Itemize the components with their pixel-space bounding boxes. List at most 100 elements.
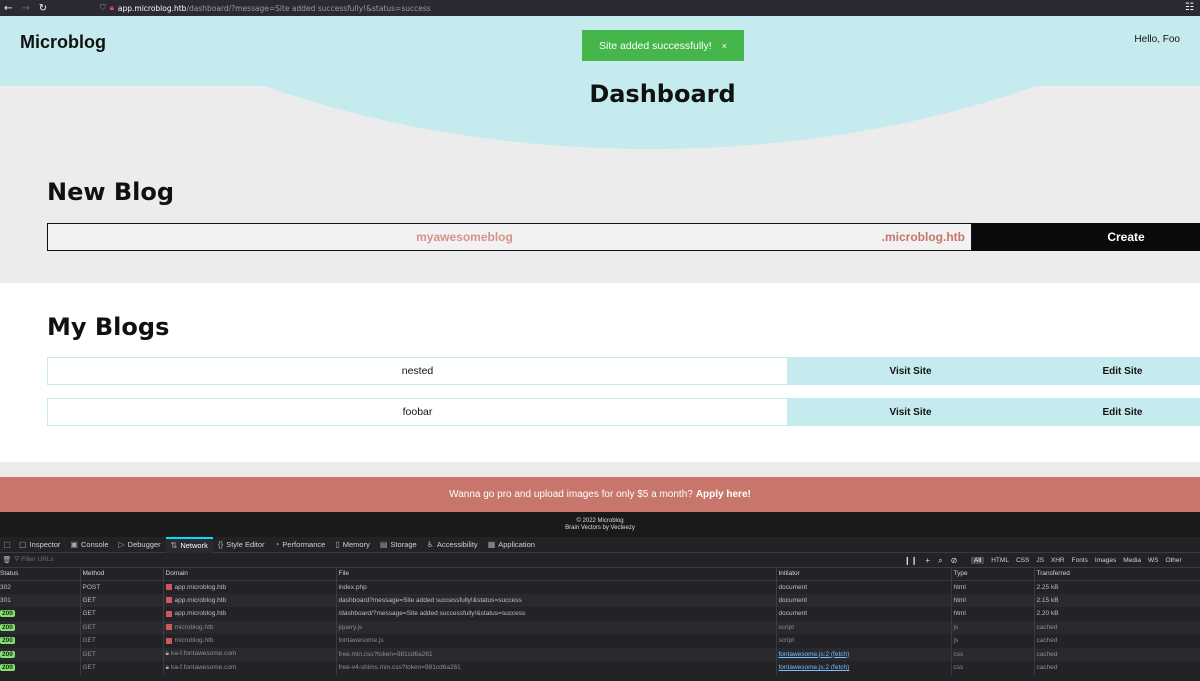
table-row[interactable]: 301 GET app.microblog.htb dashboard?mess… xyxy=(0,593,1200,607)
status-code: 200 xyxy=(0,623,15,631)
table-row[interactable]: 200 GET microblog.htb jquery.js script j… xyxy=(0,620,1200,634)
method: GET xyxy=(79,593,163,607)
tab-label: Storage xyxy=(390,540,417,549)
extensions-icon[interactable]: ☷ xyxy=(1185,2,1194,13)
filter-media[interactable]: Media xyxy=(1123,557,1141,564)
tab-application[interactable]: ▦ Application xyxy=(483,537,540,553)
method: GET xyxy=(79,620,163,634)
table-row[interactable]: 200 GET app.microblog.htb /dashboard/?me… xyxy=(0,607,1200,621)
filter-ws[interactable]: WS xyxy=(1148,557,1158,564)
col-status[interactable]: Status xyxy=(0,568,80,581)
insecure-lock-icon: 🔒︎ xyxy=(109,3,114,12)
method: GET xyxy=(79,661,163,675)
filter-html[interactable]: HTML xyxy=(991,557,1009,564)
status-code: 301 xyxy=(0,596,11,604)
domain: ka-f.fontawesome.com xyxy=(170,663,237,671)
tab-console[interactable]: ▣ Console xyxy=(65,537,113,553)
tab-network[interactable]: ⇅ Network xyxy=(165,536,213,553)
initiator: document xyxy=(775,593,951,607)
initiator: script xyxy=(775,634,951,648)
tab-label: Performance xyxy=(282,540,326,549)
col-method[interactable]: Method xyxy=(79,568,163,581)
filter-other[interactable]: Other xyxy=(1165,557,1181,564)
forward-icon[interactable]: → xyxy=(21,3,29,14)
blog-name: nested xyxy=(47,357,788,385)
tab-label: Console xyxy=(80,540,109,549)
edit-site-button[interactable]: Edit Site xyxy=(1033,398,1200,426)
my-blogs-heading: My Blogs xyxy=(47,313,170,341)
tab-label: Network xyxy=(180,541,208,550)
subdomain-input[interactable]: myawesomeblog .microblog.htb xyxy=(47,223,972,251)
col-initiator[interactable]: Initiator xyxy=(775,568,951,581)
col-transferred[interactable]: Transferred xyxy=(1033,568,1200,581)
filter-images[interactable]: Images xyxy=(1095,557,1116,564)
type: css xyxy=(950,661,1034,675)
col-file[interactable]: File xyxy=(335,568,776,581)
method: POST xyxy=(79,580,163,594)
type: js xyxy=(950,620,1034,634)
network-toolbar: 🗑︎ ⛛ Filter URLs ❙❙ + ⌕ ⊘ All HTML CSS J… xyxy=(0,553,1200,568)
transferred: 2.25 kB xyxy=(1033,580,1200,594)
insecure-icon xyxy=(165,637,172,644)
col-type[interactable]: Type xyxy=(950,568,1034,581)
url-host: app.microblog.htb xyxy=(117,3,187,13)
tab-storage[interactable]: ▤ Storage xyxy=(375,537,422,553)
type-filters: All HTML CSS JS XHR Fonts Images Media W… xyxy=(971,553,1182,568)
tab-debugger[interactable]: ▷ Debugger xyxy=(114,537,166,553)
block-icon[interactable]: ⊘ xyxy=(951,556,958,565)
col-domain[interactable]: Domain xyxy=(162,568,336,581)
table-row[interactable]: 302 POST app.microblog.htb index.php doc… xyxy=(0,580,1200,594)
create-button[interactable]: Create xyxy=(972,223,1200,251)
style-editor-icon: {} xyxy=(217,540,224,549)
network-tools: ❙❙ + ⌕ ⊘ xyxy=(904,553,957,568)
table-row[interactable]: 200 GET 🔒︎ ka-f.fontawesome.com free-v4-s… xyxy=(0,661,1200,675)
site-brand[interactable]: Microblog xyxy=(20,32,106,53)
table-row[interactable]: 200 GET 🔒︎ ka-f.fontawesome.com free.min.… xyxy=(0,647,1200,661)
back-icon[interactable]: ← xyxy=(4,3,12,14)
tab-performance[interactable]: ◔ Performance xyxy=(270,537,331,553)
page-title: Dashboard xyxy=(589,80,736,108)
devtools-panel: ⬚ ▢ Inspector ▣ Console ▷ Debugger ⇅ Network… xyxy=(0,536,1200,681)
domain: app.microblog.htb xyxy=(174,610,227,618)
visit-site-button[interactable]: Visit Site xyxy=(788,398,1033,426)
visit-site-button[interactable]: Visit Site xyxy=(788,357,1033,385)
storage-icon: ▤ xyxy=(379,540,388,549)
type: html xyxy=(950,607,1034,621)
search-icon[interactable]: ⌕ xyxy=(938,556,942,566)
debugger-icon: ▷ xyxy=(118,540,125,549)
promo-text: Wanna go pro and upload images for only … xyxy=(449,489,693,500)
tab-inspector[interactable]: ▢ Inspector xyxy=(14,537,65,553)
method: GET xyxy=(79,647,163,661)
file: dashboard?message=Site added successfull… xyxy=(335,593,776,607)
filter-xhr[interactable]: XHR xyxy=(1051,557,1065,564)
filter-urls-input[interactable]: ⛛ Filter URLs xyxy=(14,556,54,564)
new-blog-form: myawesomeblog .microblog.htb Create xyxy=(47,223,1200,251)
tab-memory[interactable]: ▯ Memory xyxy=(330,537,375,553)
file: index.php xyxy=(335,580,776,594)
tab-style-editor[interactable]: {} Style Editor xyxy=(213,537,270,553)
table-row[interactable]: 200 GET microblog.htb fontawesome.js scr… xyxy=(0,634,1200,648)
filter-css[interactable]: CSS xyxy=(1016,557,1029,564)
tab-accessibility[interactable]: ♿︎ Accessibility xyxy=(422,537,483,553)
apply-link[interactable]: Apply here! xyxy=(696,489,751,500)
close-icon[interactable]: × xyxy=(722,41,727,51)
initiator-link[interactable]: fontawesome.js:2 (fetch) xyxy=(779,651,850,658)
initiator-link[interactable]: fontawesome.js:2 (fetch) xyxy=(779,664,850,671)
filter-all[interactable]: All xyxy=(971,557,985,564)
file: free-v4-shims.min.css?token=981cd6a261 xyxy=(335,661,776,675)
filter-js[interactable]: JS xyxy=(1036,557,1044,564)
address-bar[interactable]: ⛉ 🔒︎ app.microblog.htb/dashboard/?messag… xyxy=(100,3,431,13)
trash-icon[interactable]: 🗑︎ xyxy=(0,556,14,564)
status-code: 302 xyxy=(0,583,11,591)
pause-icon[interactable]: ❙❙ xyxy=(904,556,917,565)
file: jquery.js xyxy=(335,620,776,634)
element-picker-icon[interactable]: ⬚ xyxy=(0,540,14,549)
method: GET xyxy=(79,607,163,621)
plus-icon[interactable]: + xyxy=(925,556,930,565)
filter-fonts[interactable]: Fonts xyxy=(1072,557,1088,564)
reload-icon[interactable]: ↻ xyxy=(39,3,47,14)
user-greeting[interactable]: Hello, Foo xyxy=(1134,34,1180,45)
accessibility-icon: ♿︎ xyxy=(426,540,434,549)
edit-site-button[interactable]: Edit Site xyxy=(1033,357,1200,385)
lock-icon: 🔒︎ xyxy=(165,663,169,671)
